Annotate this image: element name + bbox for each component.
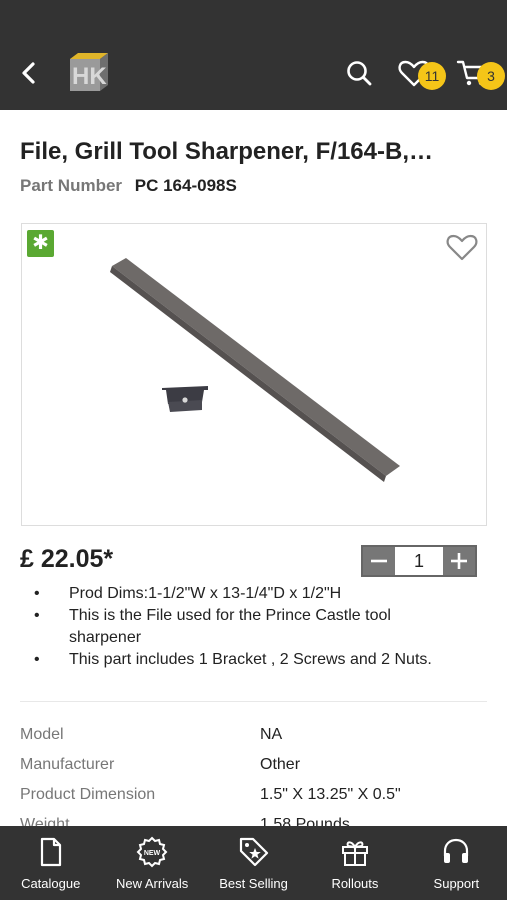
nav-label: Best Selling — [219, 876, 288, 891]
spec-table: Model NA Manufacturer Other Product Dime… — [20, 720, 490, 840]
product-price: £ 22.05* — [20, 545, 114, 573]
hk-logo[interactable]: HK — [66, 51, 112, 93]
description-item: • Prod Dims:1-1/2"W x 13-1/4"D x 1/2"H — [34, 585, 342, 602]
divider — [20, 701, 487, 702]
bottom-nav: Catalogue NEW New Arrivals Best Selling … — [0, 826, 507, 900]
product-image — [110, 258, 400, 482]
chevron-left-icon[interactable] — [14, 58, 44, 88]
nav-rollouts[interactable]: Rollouts — [304, 826, 405, 900]
quantity-stepper: 1 — [361, 545, 477, 577]
nav-catalogue[interactable]: Catalogue — [0, 826, 101, 900]
spec-row: Product Dimension 1.5" X 13.25" X 0.5" — [20, 780, 490, 810]
top-app-bar: HK 11 3 — [0, 0, 507, 110]
nav-label: New Arrivals — [115, 876, 189, 891]
wishlist-count-badge: 11 — [418, 62, 446, 90]
product-title: File, Grill Tool Sharpener, F/164-B,… — [20, 138, 433, 165]
svg-text:HK: HK — [72, 63, 107, 90]
part-number-value: PC 164-098S — [134, 176, 237, 195]
nav-support[interactable]: Support — [406, 826, 507, 900]
spec-row: Model NA — [20, 720, 490, 750]
svg-text:NEW: NEW — [144, 850, 161, 857]
part-number-row: Part Number PC 164-098S — [20, 176, 237, 196]
spec-key: Product Dimension — [20, 786, 156, 803]
product-image-panel[interactable]: ✱ — [21, 223, 487, 526]
spec-value: 1.5" X 13.25" X 0.5" — [260, 786, 401, 803]
description-item: • This is the File used for the Prince Ca… — [34, 607, 391, 646]
plus-icon[interactable] — [443, 547, 475, 575]
minus-icon[interactable] — [363, 547, 395, 575]
gift-box-icon — [341, 841, 368, 866]
spec-value: Other — [260, 756, 301, 773]
new-star-icon: ✱ — [27, 230, 54, 257]
nav-best-selling[interactable]: Best Selling — [203, 826, 304, 900]
headset-icon — [444, 838, 469, 863]
heart-outline-icon[interactable] — [446, 232, 478, 262]
spec-row: Manufacturer Other — [20, 750, 490, 780]
cart-count-badge: 3 — [477, 62, 505, 90]
nav-label: Catalogue — [21, 876, 81, 891]
quantity-value[interactable]: 1 — [395, 547, 443, 575]
new-badge-icon: NEW — [136, 836, 168, 868]
document-icon — [40, 837, 61, 867]
nav-new-arrivals[interactable]: NEW New Arrivals — [101, 826, 202, 900]
search-icon[interactable] — [344, 58, 374, 88]
spec-key: Model — [20, 726, 64, 743]
product-description-list: • Prod Dims:1-1/2"W x 13-1/4"D x 1/2"H • T… — [20, 583, 460, 671]
nav-label: Rollouts — [331, 876, 379, 891]
description-item: • This part includes 1 Bracket , 2 Screws… — [34, 651, 432, 668]
nav-label: Support — [433, 876, 480, 891]
star-tag-icon — [239, 837, 268, 867]
spec-key: Manufacturer — [20, 756, 115, 773]
spec-value: NA — [260, 726, 283, 743]
part-number-label: Part Number — [20, 176, 123, 195]
